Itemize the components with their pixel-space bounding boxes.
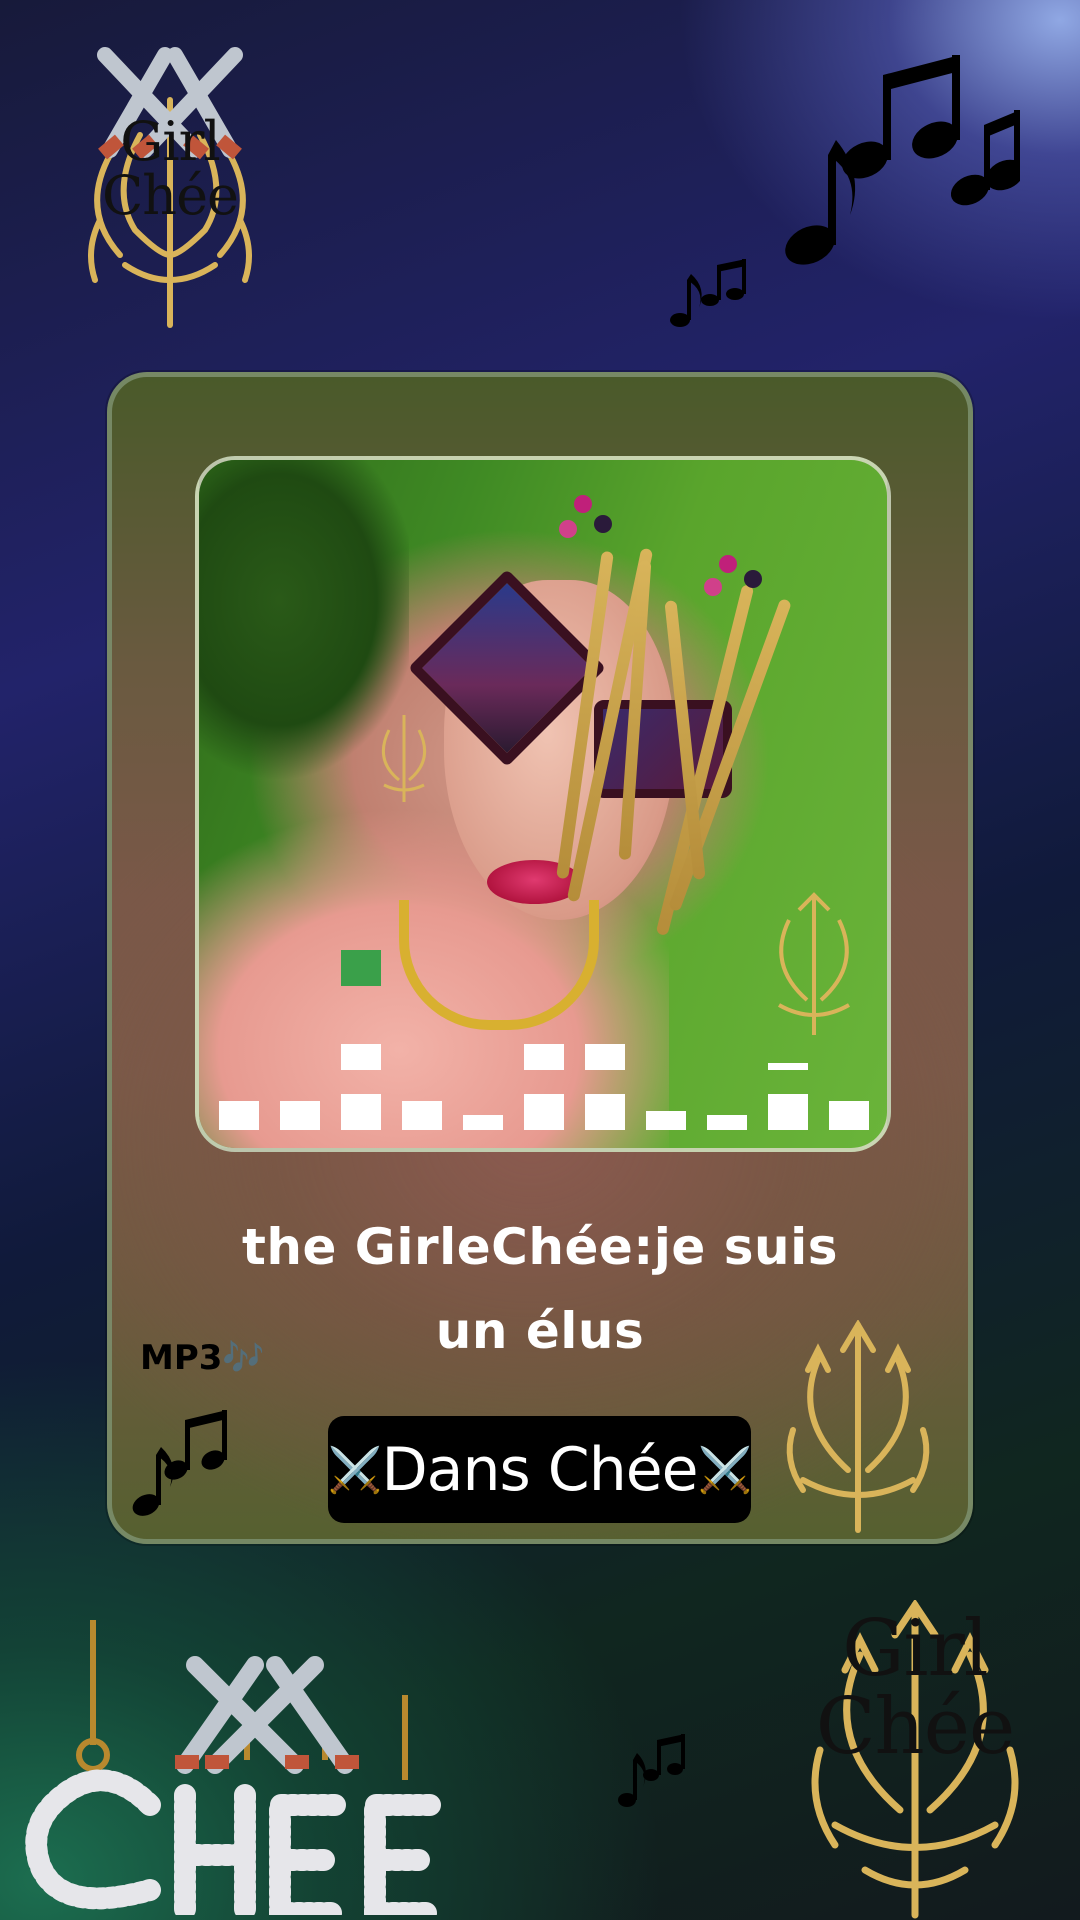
music-notes-icon — [670, 259, 746, 327]
music-notes-small-bottom — [615, 1725, 685, 1810]
artwork-bead — [744, 570, 762, 588]
crest-top-left: Girl Chée — [70, 40, 270, 330]
music-notes-small-top — [665, 250, 755, 330]
dans-chee-button[interactable]: ⚔️ Dans Chée ⚔️ — [327, 1416, 753, 1523]
crest-bottom-right: Girl Chée — [795, 1600, 1035, 1920]
artwork-bead — [574, 495, 592, 513]
swords-icon: ⚔️ — [327, 1444, 383, 1496]
jewelry-letters — [15, 1615, 475, 1920]
crest-card-right — [778, 1319, 938, 1535]
equalizer-bar — [524, 1094, 564, 1130]
swords-icon: ⚔️ — [697, 1444, 753, 1496]
music-notes-icon — [785, 55, 1025, 265]
equalizer-bar — [280, 1101, 320, 1130]
artwork-bead — [719, 555, 737, 573]
artwork-bead — [594, 515, 612, 533]
equalizer-bar — [768, 1063, 808, 1070]
music-notes-large — [770, 45, 1025, 265]
music-notes-icon — [618, 1734, 685, 1807]
format-label: MP3🎶 — [140, 1338, 265, 1378]
trident-crest-icon — [786, 1319, 930, 1533]
artwork-bead — [704, 578, 722, 596]
crest-text-line2: Chée — [815, 1682, 1015, 1772]
dans-chee-button-label: Dans Chée — [381, 1434, 698, 1505]
equalizer-bar — [463, 1115, 503, 1130]
equalizer-peak — [341, 950, 381, 986]
crest-text-line2: Chée — [101, 164, 239, 227]
equalizer-bar — [829, 1101, 869, 1130]
trident-crest-icon — [778, 892, 850, 1035]
equalizer-bar — [524, 1044, 564, 1070]
jewelry-chee-icon — [25, 1620, 441, 1920]
equalizer-bar — [585, 1044, 625, 1070]
equalizer-bar — [646, 1111, 686, 1130]
equalizer-bar — [585, 1094, 625, 1130]
equalizer-bar — [341, 1094, 381, 1130]
artwork-bead — [559, 520, 577, 538]
equalizer-bar — [402, 1101, 442, 1130]
music-notes-card — [128, 1405, 228, 1520]
equalizer-bar — [768, 1094, 808, 1130]
track-title-line1: the GirleChée:je suis — [241, 1218, 839, 1276]
music-notes-icon — [132, 1410, 227, 1516]
equalizer-bar — [707, 1115, 747, 1130]
equalizer-bar — [219, 1101, 259, 1130]
crest-text-line1: Girl — [842, 1604, 988, 1694]
equalizer-bar — [341, 1044, 381, 1070]
album-artwork — [195, 456, 891, 1152]
trident-crest-icon — [381, 715, 427, 802]
